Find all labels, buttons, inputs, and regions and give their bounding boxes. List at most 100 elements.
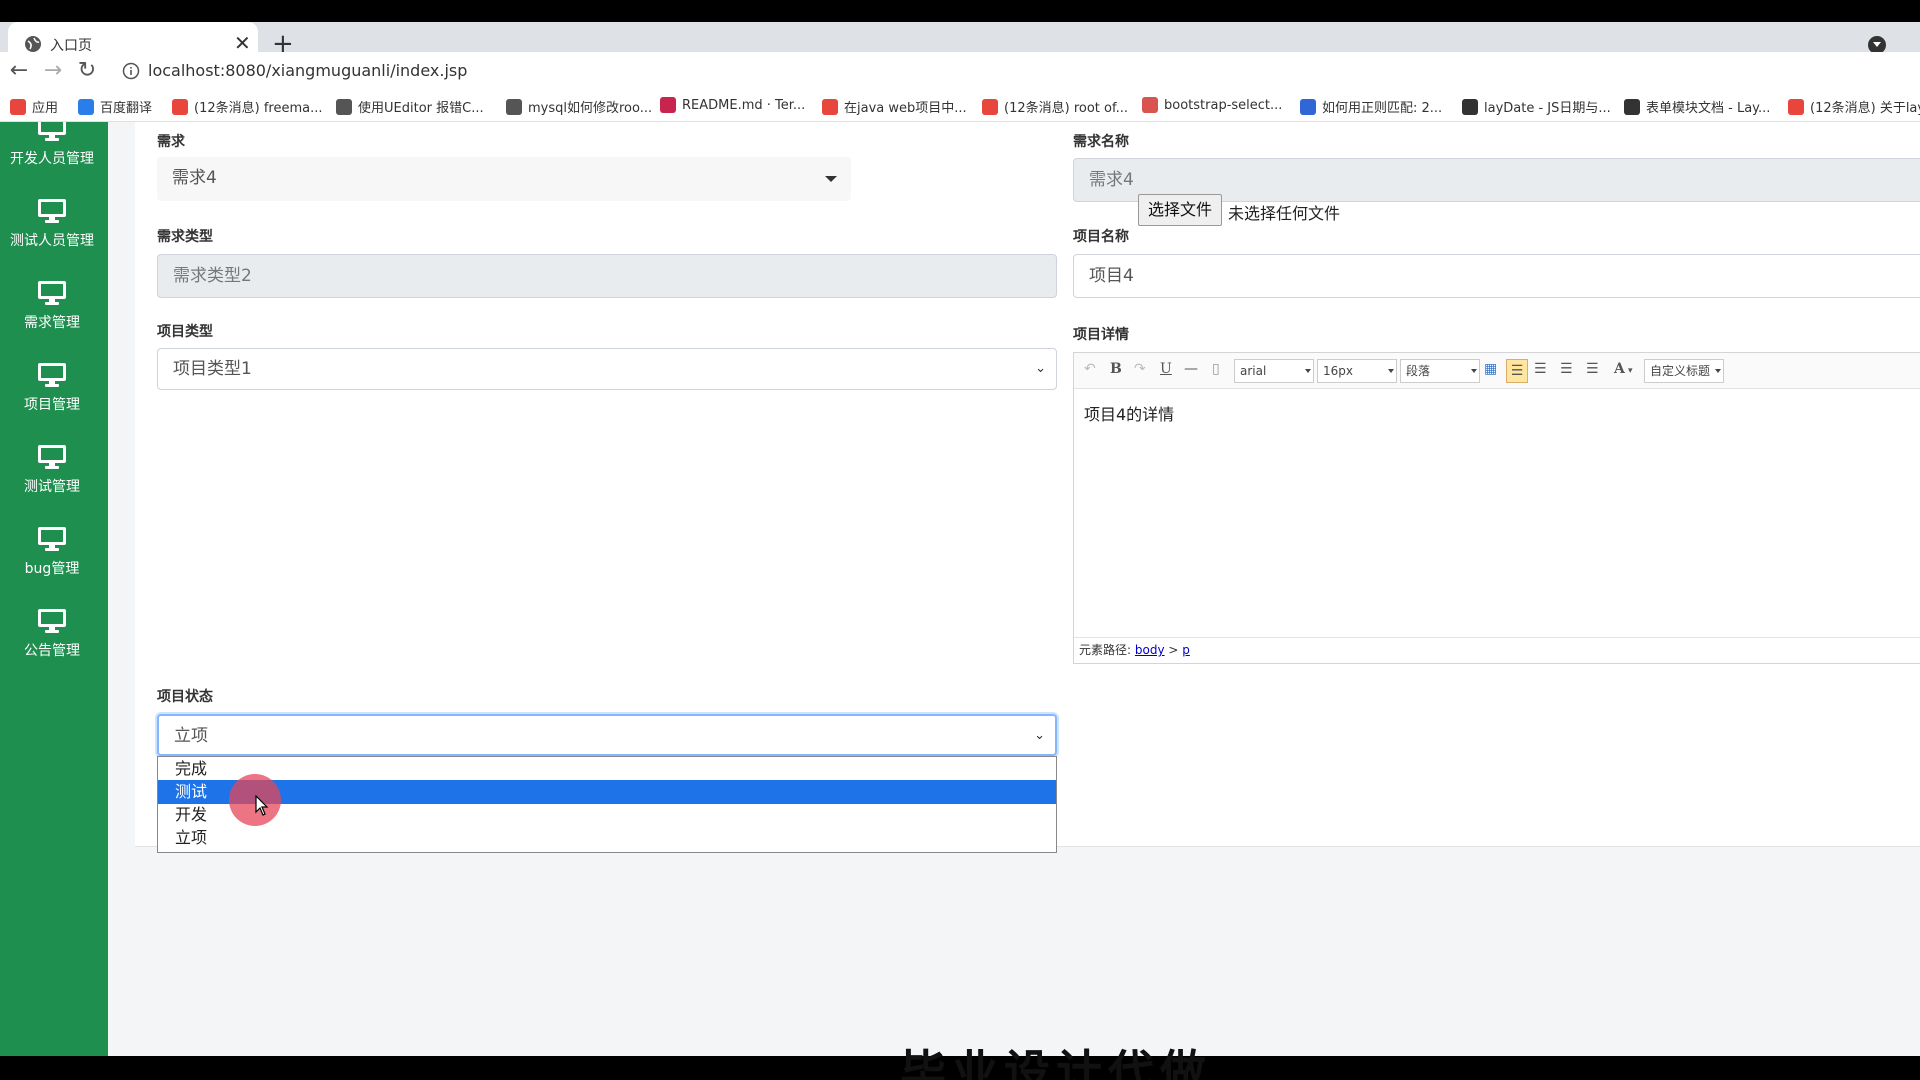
- bookmark-item[interactable]: 应用: [10, 97, 58, 116]
- sidebar-item[interactable]: 项目管理: [0, 362, 104, 432]
- requirement-select[interactable]: 需求4: [157, 157, 851, 201]
- bookmark-item[interactable]: (12条消息) 关于lay: [1788, 97, 1920, 116]
- bookmark-favicon-icon: [822, 98, 838, 115]
- paragraph-select[interactable]: 段落: [1400, 359, 1480, 383]
- status-option[interactable]: 测试: [158, 780, 1056, 804]
- horizontal-rule-icon[interactable]: —: [1184, 361, 1198, 377]
- requirement-label: 需求: [157, 134, 185, 150]
- bookmark-label: 应用: [32, 101, 59, 116]
- sidebar-item[interactable]: 需求管理: [0, 280, 104, 350]
- caret-down-icon: [1471, 369, 1477, 373]
- monitor-icon: [38, 363, 66, 387]
- bookmark-label: README.md · Ter...: [682, 97, 806, 113]
- choose-file-button[interactable]: 选择文件: [1138, 194, 1223, 226]
- align-center-icon[interactable]: ☰: [1560, 361, 1573, 377]
- address-bar[interactable]: localhost:8080/xiangmuguanli/index.jsp: [148, 61, 467, 80]
- document-icon[interactable]: ▯: [1212, 361, 1220, 377]
- sidebar: 开发人员管理测试人员管理 需求管理项目管理测试管理 bug管理公告管理: [0, 122, 108, 1056]
- status-option[interactable]: 完成: [158, 757, 1056, 781]
- bookmark-label: layDate - JS日期与...: [1484, 101, 1611, 116]
- align-left-icon[interactable]: ☰: [1506, 359, 1528, 383]
- bookmark-label: mysql如何修改roo...: [528, 101, 653, 116]
- monitor-icon: [38, 527, 66, 551]
- bookmark-item[interactable]: 使用UEditor 报错C...: [336, 97, 484, 116]
- bookmark-label: 如何用正则匹配: 2...: [1322, 101, 1443, 116]
- bookmark-favicon-icon: [1624, 98, 1640, 115]
- project-status-options: 完成 测试 开发 立项: [157, 756, 1057, 853]
- element-path-body-link[interactable]: body: [1135, 643, 1165, 657]
- bookmark-label: (12条消息) root of...: [1004, 101, 1128, 116]
- bookmark-item[interactable]: 在java web项目中...: [822, 97, 967, 116]
- watermark-text: 毕业设计代做: [900, 1045, 1212, 1080]
- bookmark-favicon-icon: [1300, 98, 1316, 115]
- monitor-icon: [38, 281, 66, 305]
- editor-body[interactable]: 项目4的详情: [1084, 401, 1174, 425]
- bookmark-favicon-icon: [660, 97, 676, 113]
- underline-icon[interactable]: U: [1160, 361, 1172, 377]
- bookmark-favicon-icon: [506, 98, 522, 115]
- font-color-icon[interactable]: A: [1614, 361, 1625, 377]
- caret-down-icon: [1305, 369, 1311, 373]
- bookmark-item[interactable]: (12条消息) root of...: [982, 97, 1128, 116]
- sidebar-item[interactable]: 测试人员管理: [0, 198, 104, 268]
- caret-down-icon[interactable]: ▾: [1628, 366, 1633, 376]
- project-status-label: 项目状态: [157, 689, 213, 705]
- sidebar-item-label: 测试管理: [24, 479, 80, 495]
- requirement-type-field: 需求类型2: [157, 254, 1057, 298]
- undo-icon[interactable]: ↶: [1084, 361, 1096, 377]
- forward-arrow-icon[interactable]: →: [38, 56, 68, 86]
- project-status-select[interactable]: 立项 ⌄: [157, 714, 1057, 756]
- monitor-icon: [38, 609, 66, 633]
- bookmark-item[interactable]: 表单模块文档 - Lay...: [1624, 97, 1770, 116]
- status-option[interactable]: 开发: [158, 803, 1056, 827]
- bold-icon[interactable]: B: [1110, 361, 1122, 377]
- project-name-label: 项目名称: [1073, 229, 1129, 245]
- sidebar-item[interactable]: 公告管理: [0, 608, 104, 678]
- monitor-icon: [38, 445, 66, 469]
- caret-down-icon: [825, 176, 837, 182]
- bookmark-favicon-icon: [1142, 97, 1158, 113]
- monitor-icon: [38, 199, 66, 223]
- element-path-bar: 元素路径: body > p: [1074, 637, 1920, 663]
- bookmark-item[interactable]: layDate - JS日期与...: [1462, 97, 1611, 116]
- project-name-input[interactable]: 项目4: [1073, 254, 1920, 298]
- status-option[interactable]: 立项: [158, 826, 1056, 850]
- bookmark-label: 表单模块文档 - Lay...: [1646, 101, 1771, 116]
- bookmark-item[interactable]: (12条消息) freema...: [172, 97, 322, 116]
- font-family-select[interactable]: arial: [1234, 359, 1314, 383]
- apps-grid-icon: [10, 98, 26, 115]
- bookmark-item[interactable]: bootstrap-select...: [1142, 97, 1282, 113]
- redo-icon[interactable]: ↷: [1134, 361, 1146, 377]
- font-size-value: 16px: [1323, 364, 1353, 378]
- reload-icon[interactable]: ↻: [72, 56, 102, 86]
- bookmark-label: 使用UEditor 报错C...: [358, 101, 484, 116]
- requirement-name-label: 需求名称: [1073, 134, 1129, 150]
- back-arrow-icon[interactable]: ←: [4, 56, 34, 86]
- bookmark-item[interactable]: mysql如何修改roo...: [506, 97, 652, 116]
- align-justify-icon[interactable]: ☰: [1586, 361, 1599, 377]
- project-detail-label: 项目详情: [1073, 327, 1129, 343]
- info-icon[interactable]: [122, 62, 140, 80]
- align-right-icon[interactable]: ☰: [1534, 361, 1547, 377]
- chevron-down-icon: ⌄: [1035, 361, 1046, 376]
- element-path-p-link[interactable]: p: [1182, 643, 1190, 657]
- bookmark-item[interactable]: 百度翻译: [78, 97, 152, 116]
- no-file-text: 未选择任何文件: [1228, 204, 1341, 223]
- table-icon[interactable]: ▦: [1484, 361, 1497, 377]
- sidebar-item[interactable]: 开发人员管理: [0, 122, 104, 186]
- custom-title-select[interactable]: 自定义标题: [1644, 359, 1724, 383]
- bookmark-item[interactable]: 如何用正则匹配: 2...: [1300, 97, 1442, 116]
- bookmark-label: bootstrap-select...: [1164, 97, 1283, 113]
- editor-toolbar: ↶ B ↷ U — ▯ arial 16px 段落 ▦ ☰ ☰ ☰ ☰ A ▾ …: [1074, 353, 1920, 389]
- sidebar-item[interactable]: bug管理: [0, 526, 104, 596]
- bookmark-item[interactable]: README.md · Ter...: [660, 97, 805, 113]
- bookmark-label: (12条消息) 关于lay: [1810, 101, 1920, 116]
- project-type-select[interactable]: 项目类型1 ⌄: [157, 348, 1057, 390]
- project-type-value: 项目类型1: [173, 359, 252, 379]
- caret-down-icon: [1388, 369, 1394, 373]
- sidebar-item[interactable]: 测试管理: [0, 444, 104, 514]
- font-size-select[interactable]: 16px: [1317, 359, 1397, 383]
- requirement-name-value: 需求4: [1089, 170, 1134, 190]
- project-status-value: 立项: [174, 726, 208, 746]
- bookmark-label: 在java web项目中...: [844, 101, 967, 116]
